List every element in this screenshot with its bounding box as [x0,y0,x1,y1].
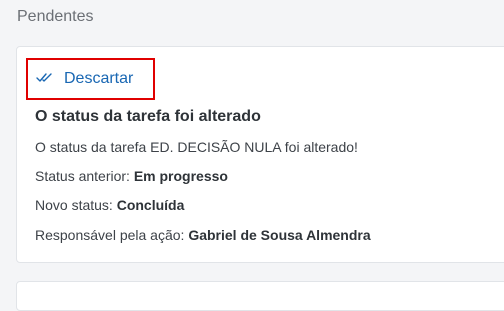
previous-status-label: Status anterior: [35,168,130,184]
responsible-row: Responsável pela ação: Gabriel de Sousa … [35,227,371,243]
new-status-value: Concluída [116,197,185,213]
responsible-label: Responsável pela ação: [35,227,185,243]
previous-status-value: Em progresso [133,168,228,184]
double-check-icon [36,70,64,88]
new-status-row: Novo status: Concluída [35,197,184,213]
new-status-label: Novo status: [35,197,113,213]
previous-status-row: Status anterior: Em progresso [35,168,228,184]
section-title: Pendentes [17,8,94,25]
dismiss-label: Descartar [64,70,134,87]
responsible-value: Gabriel de Sousa Almendra [188,227,371,243]
dismiss-button[interactable]: Descartar [36,67,133,91]
notification-title: O status da tarefa foi alterado [35,108,261,125]
notification-message: O status da tarefa ED. DECISÃO NULA foi … [35,139,358,155]
next-notification-card [16,281,504,311]
